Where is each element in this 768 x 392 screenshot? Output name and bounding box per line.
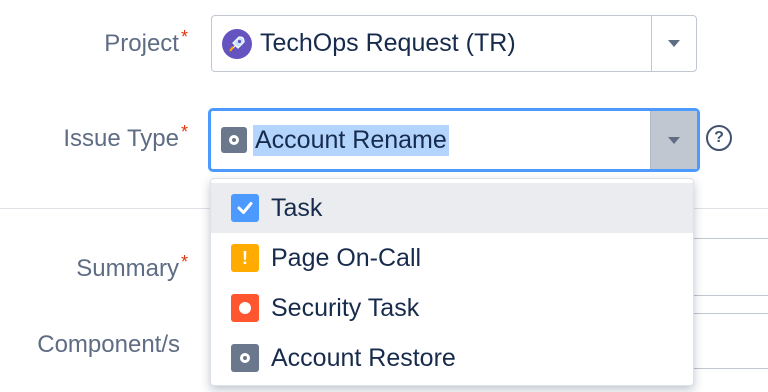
required-asterisk: *: [180, 122, 188, 142]
project-dropdown-toggle[interactable]: [651, 16, 696, 71]
exclamation-icon: !: [231, 244, 259, 272]
components-input-bottom-edge: [694, 368, 768, 369]
account-icon: [231, 344, 259, 372]
summary-input-top-edge: [694, 238, 768, 239]
help-icon[interactable]: ?: [706, 125, 732, 151]
issue-type-select-value: Account Rename: [221, 111, 449, 169]
issue-type-dropdown-toggle[interactable]: [650, 111, 697, 169]
issue-type-label: Issue Type *: [63, 122, 188, 153]
components-input-top-edge: [694, 313, 768, 314]
account-icon: [221, 127, 247, 153]
dropdown-option-label: Task: [271, 193, 323, 222]
components-label-text: Component/s: [37, 331, 180, 358]
issue-type-select-text[interactable]: Account Rename: [253, 124, 449, 156]
security-dot-icon: [231, 294, 259, 322]
summary-label: Summary *: [76, 252, 188, 283]
issue-type-dropdown-list: Task ! Page On-Call Security Task Accoun…: [210, 178, 694, 386]
required-asterisk: *: [180, 27, 188, 47]
task-check-icon: [231, 194, 259, 222]
project-label: Project *: [104, 27, 188, 58]
chevron-down-icon: [668, 136, 680, 144]
chevron-down-icon: [668, 40, 680, 47]
summary-input-bottom-edge: [694, 295, 768, 296]
rocket-icon: [222, 28, 252, 59]
project-select-text: TechOps Request (TR): [260, 29, 516, 57]
dropdown-option-page-on-call[interactable]: ! Page On-Call: [211, 233, 693, 283]
dropdown-option-security-task[interactable]: Security Task: [211, 283, 693, 333]
dropdown-option-task[interactable]: Task: [211, 183, 693, 233]
project-label-text: Project: [104, 30, 179, 57]
required-asterisk: *: [180, 252, 188, 272]
project-select-value: TechOps Request (TR): [222, 16, 516, 71]
issue-type-select[interactable]: Account Rename: [209, 109, 699, 171]
summary-label-text: Summary: [76, 255, 179, 282]
dropdown-option-label: Security Task: [271, 293, 420, 322]
dropdown-option-label: Account Restore: [271, 343, 456, 372]
issue-type-label-text: Issue Type: [63, 125, 179, 152]
dropdown-option-label: Page On-Call: [271, 243, 422, 272]
components-label: Component/s: [37, 331, 180, 359]
project-select[interactable]: TechOps Request (TR): [211, 15, 697, 72]
dropdown-option-account-restore[interactable]: Account Restore: [211, 333, 693, 383]
